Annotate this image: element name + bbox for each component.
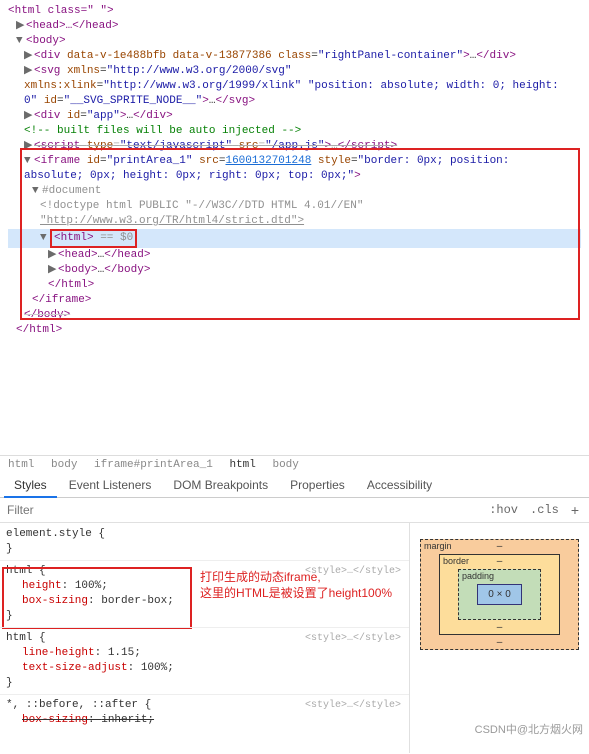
expand-arrow[interactable]: ▶ <box>24 64 34 79</box>
expand-arrow[interactable]: ▼ <box>24 154 34 169</box>
hov-toggle[interactable]: :hov <box>483 501 524 519</box>
box-model-content: 0 × 0 <box>477 584 522 605</box>
crumb[interactable]: body <box>272 459 298 471</box>
elements-tree[interactable]: <html class=" "> ▶<head>…</head> ▼<body>… <box>0 0 589 455</box>
tab-styles[interactable]: Styles <box>4 474 57 498</box>
styles-tabs: Styles Event Listeners DOM Breakpoints P… <box>0 474 589 498</box>
crumb[interactable]: html <box>8 459 34 471</box>
box-model: margin – border – padding 0 × 0 – – <box>409 523 589 753</box>
crumb[interactable]: html <box>229 459 255 471</box>
styles-rules[interactable]: element.style { } 打印生成的动态iframe, 这里的HTML… <box>0 523 409 753</box>
expand-arrow[interactable]: ▶ <box>48 263 58 278</box>
tab-properties[interactable]: Properties <box>280 474 355 497</box>
expand-arrow[interactable]: ▶ <box>24 49 34 64</box>
tab-dom-breakpoints[interactable]: DOM Breakpoints <box>163 474 278 497</box>
crumb[interactable]: body <box>51 459 77 471</box>
iframe-src-link[interactable]: 1600132701248 <box>225 155 311 167</box>
expand-arrow[interactable]: ▶ <box>24 109 34 124</box>
expand-arrow[interactable]: ▶ <box>48 248 58 263</box>
tab-event-listeners[interactable]: Event Listeners <box>59 474 162 497</box>
crumb[interactable]: iframe#printArea_1 <box>94 459 213 471</box>
selected-node[interactable]: ▼<html> == $0 <box>8 229 581 248</box>
new-style-rule[interactable]: + <box>565 500 585 520</box>
breadcrumb[interactable]: html body iframe#printArea_1 html body <box>0 455 589 474</box>
tab-accessibility[interactable]: Accessibility <box>357 474 442 497</box>
watermark: CSDN中@北方烟火网 <box>475 721 583 737</box>
filter-input[interactable] <box>4 500 483 520</box>
expand-arrow[interactable]: ▼ <box>16 34 26 49</box>
expand-arrow[interactable]: ▼ <box>32 184 42 199</box>
expand-arrow[interactable]: ▶ <box>16 19 26 34</box>
cls-toggle[interactable]: .cls <box>524 501 565 519</box>
